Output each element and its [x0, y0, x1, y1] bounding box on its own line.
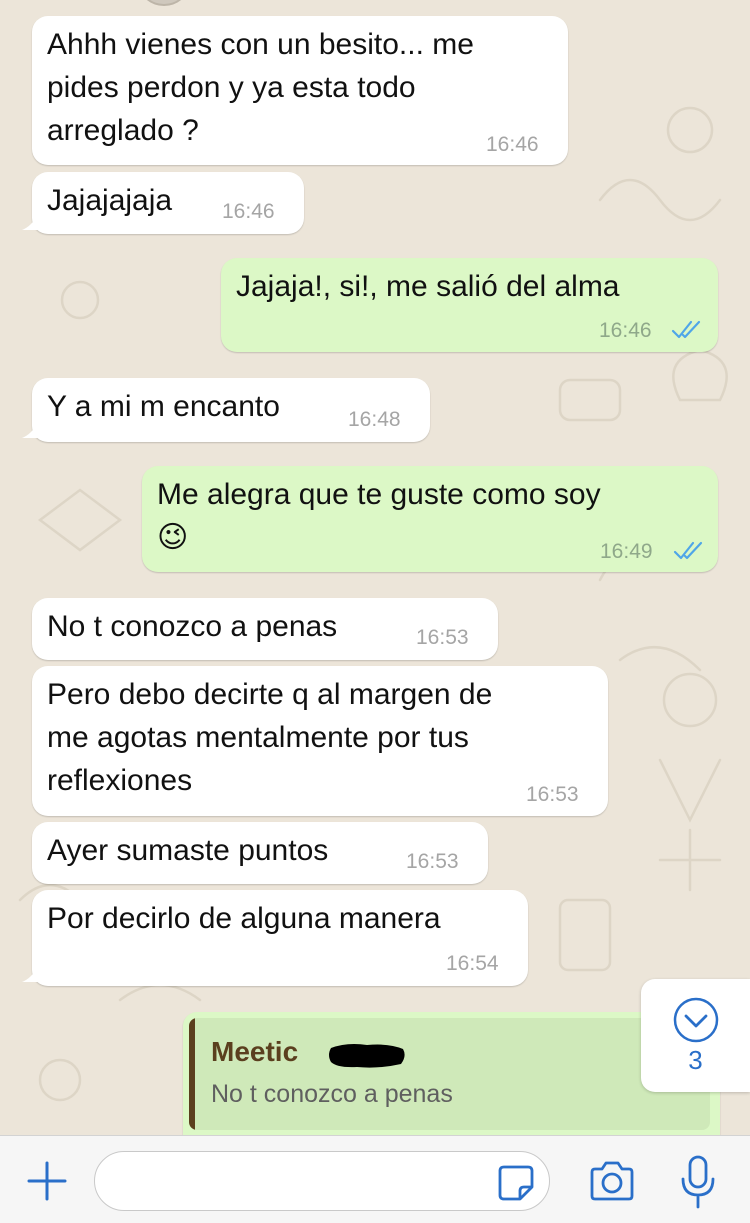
message-incoming[interactable]: Por decirlo de alguna manera 16:54 — [22, 890, 528, 986]
read-receipt-icon — [671, 320, 701, 339]
message-time: 16:54 — [446, 952, 499, 975]
message-incoming[interactable]: Ayer sumaste puntos 16:53 — [32, 822, 488, 884]
redaction-mark — [329, 1044, 405, 1068]
scroll-to-bottom-button[interactable]: 3 — [641, 979, 750, 1092]
message-incoming[interactable]: Y a mi m encanto 16:48 — [22, 378, 430, 442]
message-outgoing[interactable]: Me alegra que te guste como soy 😉 16:49 — [142, 466, 718, 572]
quoted-message[interactable]: Meetic No t conozco a penas — [189, 1018, 710, 1130]
message-text: Por decirlo de alguna manera — [47, 902, 441, 935]
message-text: Jajajajaja — [47, 184, 173, 217]
message-text: No t conozco a penas — [47, 610, 338, 643]
message-time: 16:46 — [599, 319, 652, 342]
message-input[interactable] — [94, 1151, 550, 1211]
composer-bar — [0, 1135, 750, 1223]
unread-count-badge: 3 — [688, 1045, 703, 1075]
message-incoming[interactable]: Pero debo decirte q al margen de me agot… — [32, 666, 608, 816]
message-time: 16:49 — [600, 540, 653, 563]
quoted-sender-name: Meetic — [211, 1036, 299, 1067]
bubble-tail — [22, 214, 38, 230]
message-time: 16:46 — [486, 133, 539, 156]
message-text: Me alegra que te guste como soy 😉 — [157, 478, 601, 554]
quote-accent-bar — [189, 1018, 195, 1130]
read-receipt-icon — [673, 541, 703, 560]
message-incoming[interactable]: Jajajajaja 16:46 — [22, 172, 304, 234]
camera-icon[interactable] — [588, 1160, 636, 1202]
message-outgoing[interactable]: Jajaja!, si!, me salió del alma 16:46 — [221, 258, 718, 352]
message-text: Pero debo decirte q al margen de me agot… — [47, 678, 493, 797]
message-text: Jajaja!, si!, me salió del alma — [236, 270, 620, 303]
sticker-icon[interactable] — [496, 1163, 536, 1203]
message-incoming[interactable]: No t conozco a penas 16:53 — [32, 598, 498, 660]
message-list: Ahhh vienes con un besito... me pides pe… — [0, 0, 750, 1152]
reply-message-outgoing[interactable]: Meetic No t conozco a penas — [183, 1012, 720, 1152]
message-text: Ayer sumaste puntos — [47, 834, 329, 867]
message-time: 16:46 — [222, 200, 275, 223]
message-text: Y a mi m encanto — [47, 390, 280, 423]
message-time: 16:53 — [526, 783, 579, 806]
message-incoming[interactable]: Ahhh vienes con un besito... me pides pe… — [32, 16, 568, 165]
quoted-text: No t conozco a penas — [211, 1080, 453, 1108]
bubble-tail — [22, 966, 38, 982]
message-text: Ahhh vienes con un besito... me pides pe… — [47, 28, 474, 147]
chevron-down-circle-icon — [673, 997, 719, 1043]
bubble-tail — [22, 422, 38, 438]
message-time: 16:53 — [406, 850, 459, 873]
message-time: 16:48 — [348, 408, 401, 431]
message-time: 16:53 — [416, 626, 469, 649]
plus-icon[interactable] — [26, 1160, 68, 1202]
microphone-icon[interactable] — [678, 1155, 718, 1209]
